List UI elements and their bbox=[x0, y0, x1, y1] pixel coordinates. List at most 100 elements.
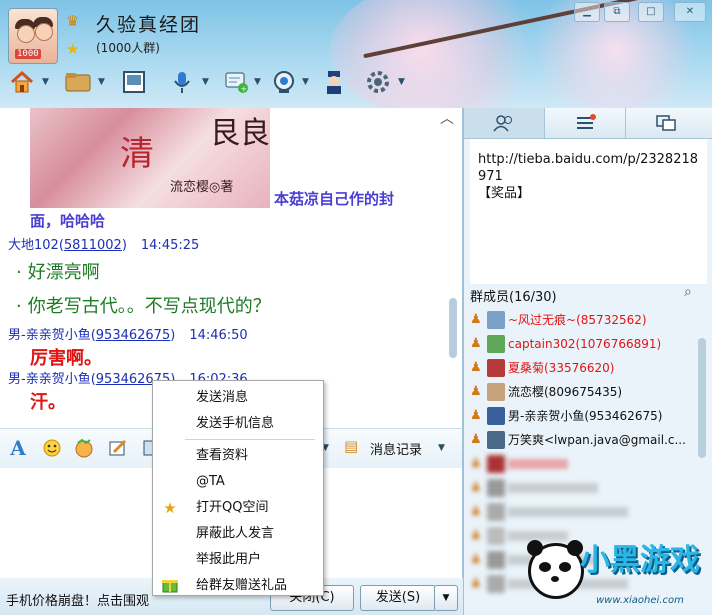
member-name bbox=[508, 507, 628, 517]
chat-scrollbar[interactable] bbox=[448, 228, 458, 368]
member-status-icon: ♟ bbox=[470, 576, 482, 591]
message-header: 大地102(5811002) 14:45:25 bbox=[8, 238, 200, 253]
member-status-icon: ♟ bbox=[470, 552, 482, 567]
members-count: 群成员(16/30) bbox=[470, 290, 557, 305]
message-text: 面，哈哈哈 bbox=[30, 212, 106, 230]
edit-icon[interactable] bbox=[106, 436, 130, 460]
member-status-icon: ♟ bbox=[470, 360, 482, 375]
sender-name: 大地102 bbox=[8, 238, 59, 253]
book-cover-author: 流恋樱◎著 bbox=[170, 180, 234, 195]
menu-item-block[interactable]: 屏蔽此人发言 bbox=[153, 521, 323, 547]
menu-item-send-mobile[interactable]: 发送手机信息 bbox=[153, 411, 323, 437]
message-time: 14:46:50 bbox=[189, 328, 248, 343]
window-controls: ▁ ⧉ □ ✕ bbox=[574, 2, 708, 22]
menu-item-send-message[interactable]: 发送消息 bbox=[153, 385, 323, 411]
member-item[interactable]: ♟ bbox=[470, 500, 694, 524]
message-text: 汗。 bbox=[30, 392, 66, 413]
album-icon[interactable] bbox=[118, 66, 150, 98]
chevron-up-icon[interactable]: ︿ bbox=[440, 108, 454, 128]
message-record-icon: ▤ bbox=[344, 437, 359, 455]
member-status-icon: ♟ bbox=[470, 312, 482, 327]
message-record-button[interactable]: 消息记录 bbox=[370, 439, 422, 458]
member-name bbox=[508, 483, 598, 493]
menu-item-report[interactable]: 举报此用户 bbox=[153, 547, 323, 573]
font-icon[interactable]: A bbox=[6, 436, 30, 460]
minimize-icon[interactable]: ▁ bbox=[574, 2, 600, 22]
member-status-icon: ♟ bbox=[470, 528, 482, 543]
member-name: ~风过无痕~(85732562) bbox=[508, 313, 647, 327]
microphone-icon[interactable] bbox=[166, 66, 198, 98]
avatar bbox=[487, 479, 505, 497]
member-name: 流恋樱(809675435) bbox=[508, 385, 623, 399]
sender-name: 男-亲亲贺小鱼 bbox=[8, 328, 91, 343]
search-icon[interactable]: ⌕ bbox=[684, 284, 692, 300]
member-item[interactable]: ♟ bbox=[470, 476, 694, 500]
member-item[interactable]: ♟ captain302(1076766891) bbox=[470, 332, 694, 356]
member-status-icon: ♟ bbox=[470, 384, 482, 399]
member-name bbox=[508, 459, 568, 469]
member-item[interactable]: ♟ ~风过无痕~(85732562) bbox=[470, 308, 694, 332]
member-item[interactable]: ♟ bbox=[470, 452, 694, 476]
sender-id-link[interactable]: 5811002 bbox=[64, 238, 122, 253]
avatar bbox=[487, 407, 505, 425]
member-status-icon: ♟ bbox=[470, 408, 482, 423]
book-cover-text: 清 bbox=[120, 134, 154, 174]
avatar bbox=[487, 359, 505, 377]
menu-item-at-ta[interactable]: @TA bbox=[153, 469, 323, 495]
message-time: 14:45:25 bbox=[140, 238, 200, 253]
member-list-scrollbar[interactable] bbox=[698, 338, 706, 458]
panda-logo-icon bbox=[527, 540, 584, 599]
window-tab[interactable] bbox=[626, 108, 706, 138]
webcam-icon[interactable] bbox=[268, 66, 300, 98]
group-size-badge: 1000 bbox=[15, 49, 41, 59]
chevron-down-icon[interactable]: ▼ bbox=[302, 77, 309, 87]
context-menu: 发送消息 发送手机信息 查看资料 @TA ★ 打开QQ空间 屏蔽此人发言 举报此… bbox=[152, 380, 324, 596]
police-icon[interactable] bbox=[318, 66, 350, 98]
chevron-down-icon[interactable]: ▼ bbox=[202, 77, 209, 87]
member-item[interactable]: ♟ 男-亲亲贺小鱼(953462675) bbox=[470, 404, 694, 428]
group-member-count: (1000人群) bbox=[96, 41, 160, 55]
folder-icon[interactable] bbox=[62, 66, 94, 98]
member-status-icon: ♟ bbox=[470, 456, 482, 471]
chevron-down-icon[interactable]: ▼ bbox=[98, 77, 105, 87]
magic-emoji-icon[interactable] bbox=[72, 436, 96, 460]
close-icon[interactable]: ✕ bbox=[674, 2, 706, 22]
menu-item-open-qzone[interactable]: ★ 打开QQ空间 bbox=[153, 495, 323, 521]
chevron-down-icon[interactable]: ▼ bbox=[254, 77, 261, 87]
avatar bbox=[487, 431, 505, 449]
list-tab[interactable] bbox=[545, 108, 626, 138]
notice-text: http://tieba.baidu.com/p/2328218971 【奖品】 bbox=[478, 152, 699, 201]
member-status-icon: ♟ bbox=[470, 432, 482, 447]
member-item[interactable]: ♟ 流恋樱(809675435) bbox=[470, 380, 694, 404]
sender-id-link[interactable]: 953462675 bbox=[96, 328, 170, 343]
emoji-icon[interactable] bbox=[40, 436, 64, 460]
maximize-icon[interactable]: □ bbox=[638, 2, 664, 22]
menu-divider bbox=[185, 439, 315, 440]
message-text: 本菇凉自己作的封 bbox=[274, 190, 395, 208]
chevron-down-icon[interactable]: ▼ bbox=[398, 77, 405, 87]
settings-icon[interactable] bbox=[362, 66, 394, 98]
chevron-down-icon[interactable]: ▼ bbox=[438, 443, 445, 453]
group-avatar[interactable]: 1000 bbox=[8, 8, 58, 64]
send-options-icon[interactable]: ▼ bbox=[434, 585, 458, 611]
member-item[interactable]: ♟ 万笑爽<lwpan.java@gmail.c... bbox=[470, 428, 694, 452]
member-name: 万笑爽<lwpan.java@gmail.c... bbox=[508, 433, 686, 447]
avatar bbox=[487, 335, 505, 353]
members-tab[interactable] bbox=[464, 108, 545, 138]
share-icon[interactable]: + bbox=[220, 66, 252, 98]
group-name: 久验真经团 bbox=[96, 14, 202, 36]
menu-item-view-profile[interactable]: 查看资料 bbox=[153, 443, 323, 469]
svg-text:+: + bbox=[241, 85, 248, 94]
ad-link[interactable]: 手机价格崩盘！点击围观 bbox=[6, 590, 149, 609]
member-status-icon: ♟ bbox=[470, 504, 482, 519]
group-notice: http://tieba.baidu.com/p/2328218971 【奖品】 bbox=[470, 139, 707, 284]
restore-icon[interactable]: ⧉ bbox=[604, 2, 630, 22]
message-header: 男-亲亲贺小鱼(953462675) 14:46:50 bbox=[8, 328, 248, 343]
home-icon[interactable] bbox=[6, 66, 38, 98]
member-item[interactable]: ♟ 夏桑菊(33576620) bbox=[470, 356, 694, 380]
member-name: 男-亲亲贺小鱼(953462675) bbox=[508, 409, 663, 423]
avatar bbox=[487, 455, 505, 473]
send-button[interactable]: 发送(S) bbox=[360, 585, 436, 611]
chevron-down-icon[interactable]: ▼ bbox=[42, 77, 49, 87]
menu-item-send-gift[interactable]: 给群友赠送礼品 bbox=[153, 573, 323, 599]
